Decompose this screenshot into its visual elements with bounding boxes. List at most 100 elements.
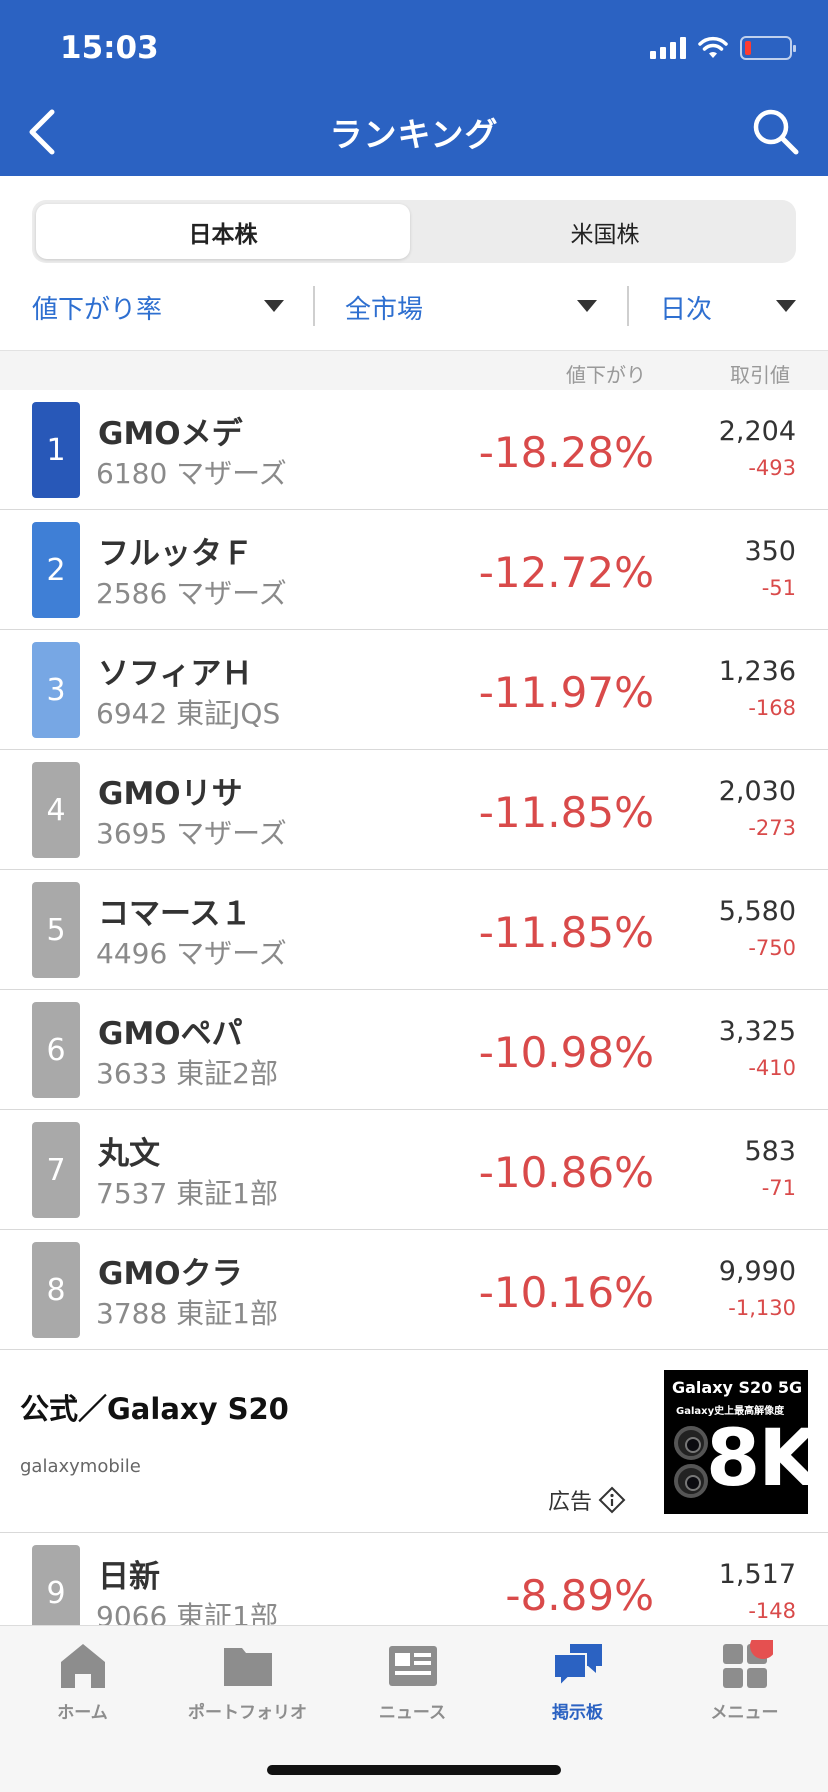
divider xyxy=(313,286,315,326)
tab-portfolio-label: ポートフォリオ xyxy=(188,1703,307,1723)
status-time: 15:03 xyxy=(60,30,159,66)
price-change: -410 xyxy=(748,1056,796,1080)
ad-label[interactable]: 広告 xyxy=(548,1484,626,1516)
change-percent: -11.85% xyxy=(478,908,654,957)
price-change: -51 xyxy=(761,576,796,600)
trade-price: 9,990 xyxy=(718,1256,796,1287)
price-change: -750 xyxy=(748,936,796,960)
stock-code-market: 6942 東証JQS xyxy=(96,697,281,730)
stock-name: GMOリサ xyxy=(98,776,243,812)
ranking-row[interactable]: 6 GMOペパ 3633 東証2部 -10.98% 3,325 -410 xyxy=(0,990,828,1110)
market-segment-control: 日本株 米国株 xyxy=(32,200,796,263)
ranking-row[interactable]: 7 丸文 7537 東証1部 -10.86% 583 -71 xyxy=(0,1110,828,1230)
home-icon xyxy=(60,1644,105,1688)
trade-price: 5,580 xyxy=(718,896,796,927)
change-percent: -10.16% xyxy=(478,1268,654,1317)
trade-price: 1,517 xyxy=(718,1559,796,1590)
ad-banner[interactable]: 公式／Galaxy S20 galaxymobile 広告 Galaxy S20… xyxy=(0,1350,828,1533)
trade-price: 583 xyxy=(744,1136,796,1167)
rank-badge: 1 xyxy=(32,402,80,498)
ad-image-headline: Galaxy S20 5G xyxy=(672,1378,803,1397)
ranking-row[interactable]: 3 ソフィアＨ 6942 東証JQS -11.97% 1,236 -168 xyxy=(0,630,828,750)
trade-price: 2,030 xyxy=(718,776,796,807)
tab-home-label: ホーム xyxy=(57,1703,108,1723)
ranking-row[interactable]: 5 コマース１ 4496 マザーズ -11.85% 5,580 -750 xyxy=(0,870,828,990)
rank-badge: 7 xyxy=(32,1122,80,1218)
change-percent: -10.86% xyxy=(478,1148,654,1197)
stock-name: GMOペパ xyxy=(98,1016,243,1052)
stock-name: GMOクラ xyxy=(98,1256,243,1292)
price-change: -71 xyxy=(761,1176,796,1200)
caret-down-icon xyxy=(264,300,284,312)
rank-badge: 3 xyxy=(32,642,80,738)
stock-name: GMOメデ xyxy=(98,416,243,452)
stock-name: コマース１ xyxy=(98,896,252,932)
tab-us-stocks[interactable]: 米国株 xyxy=(418,204,792,259)
period-dropdown-label: 日次 xyxy=(660,294,713,325)
divider xyxy=(627,286,629,326)
rank-badge: 2 xyxy=(32,522,80,618)
ranking-row[interactable]: 1 GMOメデ 6180 マザーズ -18.28% 2,204 -493 xyxy=(0,390,828,510)
folder-icon xyxy=(223,1648,272,1686)
tab-news[interactable]: ニュース xyxy=(330,1640,495,1730)
ad-source: galaxymobile xyxy=(20,1456,141,1477)
camera-lens-icon xyxy=(674,1426,708,1460)
ranking-row[interactable]: 4 GMOリサ 3695 マザーズ -11.85% 2,030 -273 xyxy=(0,750,828,870)
app-header: 15:03 ランキング xyxy=(0,0,828,176)
newspaper-icon xyxy=(388,1646,437,1686)
ad-image[interactable]: Galaxy S20 5G Galaxy史上最高解像度 8K xyxy=(664,1370,808,1514)
trade-price: 1,236 xyxy=(718,656,796,687)
period-dropdown[interactable]: 日次 xyxy=(660,282,796,332)
price-change: -148 xyxy=(748,1599,796,1623)
price-change: -1,130 xyxy=(728,1296,796,1320)
ad-label-text: 広告 xyxy=(548,1490,593,1515)
market-dropdown[interactable]: 全市場 xyxy=(345,282,597,332)
grid-menu-icon xyxy=(722,1640,773,1688)
tab-japan-stocks[interactable]: 日本株 xyxy=(36,204,410,259)
ranking-row[interactable]: 8 GMOクラ 3788 東証1部 -10.16% 9,990 -1,130 xyxy=(0,1230,828,1350)
price-change: -493 xyxy=(748,456,796,480)
change-percent: -18.28% xyxy=(478,428,654,477)
tab-news-label: ニュース xyxy=(378,1703,447,1723)
chat-bubbles-icon xyxy=(552,1644,602,1689)
column-header-change: 値下がり xyxy=(566,363,646,387)
stock-name: ソフィアＨ xyxy=(98,656,253,692)
status-icons xyxy=(650,36,796,60)
change-percent: -10.98% xyxy=(478,1028,654,1077)
battery-icon xyxy=(740,36,796,60)
stock-code-market: 3633 東証2部 xyxy=(96,1057,278,1090)
ad-image-8k: 8K xyxy=(706,1414,808,1504)
stock-code-market: 3788 東証1部 xyxy=(96,1297,278,1330)
tab-menu[interactable]: メニュー xyxy=(662,1640,827,1730)
cellular-signal-icon xyxy=(650,37,686,59)
rank-badge: 5 xyxy=(32,882,80,978)
change-percent: -11.85% xyxy=(478,788,654,837)
caret-down-icon xyxy=(577,300,597,312)
rank-badge: 8 xyxy=(32,1242,80,1338)
bottom-tab-bar: ホーム ポートフォリオ ニュース 掲示板 メニュー xyxy=(0,1625,828,1792)
ranking-row[interactable]: 2 フルッタＦ 2586 マザーズ -12.72% 350 -51 xyxy=(0,510,828,630)
tab-home[interactable]: ホーム xyxy=(0,1640,165,1730)
rank-badge: 4 xyxy=(32,762,80,858)
tab-menu-label: メニュー xyxy=(710,1703,779,1723)
stock-code-market: 2586 マザーズ xyxy=(96,577,287,610)
trade-price: 3,325 xyxy=(718,1016,796,1047)
stock-code-market: 6180 マザーズ xyxy=(96,457,287,490)
home-indicator xyxy=(267,1765,561,1775)
price-change: -273 xyxy=(748,816,796,840)
tab-board[interactable]: 掲示板 xyxy=(495,1640,660,1730)
stock-code-market: 3695 マザーズ xyxy=(96,817,287,850)
column-header: 値下がり 取引値 xyxy=(0,350,828,390)
price-change: -168 xyxy=(748,696,796,720)
sort-dropdown[interactable]: 値下がり率 xyxy=(32,282,284,332)
market-dropdown-label: 全市場 xyxy=(345,294,424,325)
wifi-icon xyxy=(698,36,728,58)
search-icon[interactable] xyxy=(750,106,802,158)
ad-title: 公式／Galaxy S20 xyxy=(20,1392,289,1426)
camera-lens-icon xyxy=(674,1464,708,1498)
tab-portfolio[interactable]: ポートフォリオ xyxy=(165,1640,330,1730)
change-percent: -11.97% xyxy=(478,668,654,717)
change-percent: -8.89% xyxy=(505,1571,654,1620)
page-title: ランキング xyxy=(329,115,499,154)
filter-bar: 値下がり率 全市場 日次 xyxy=(0,282,828,332)
